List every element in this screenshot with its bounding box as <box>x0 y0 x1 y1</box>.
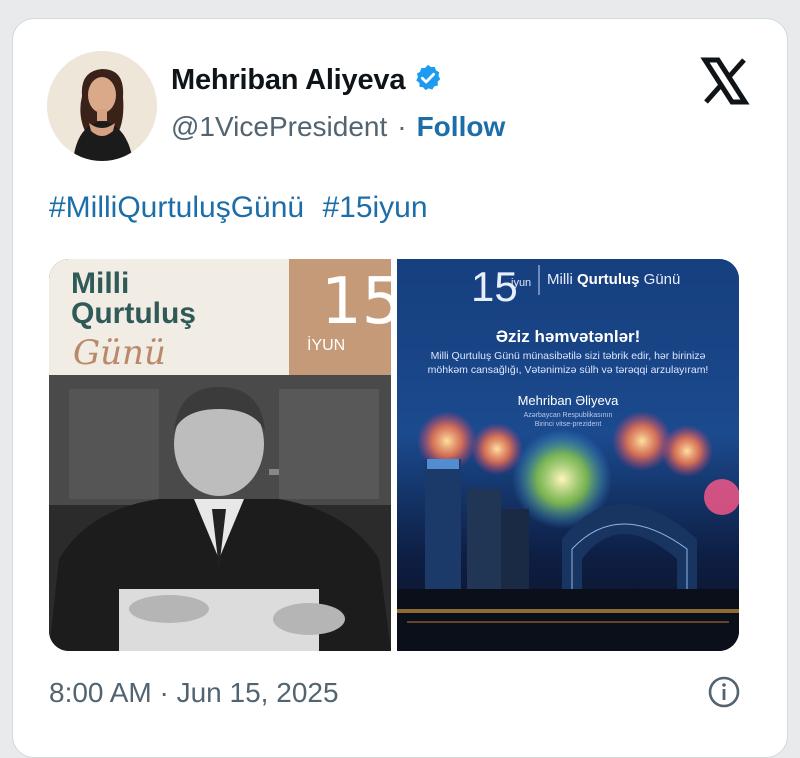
right-title: Milli Qurtuluş Günü <box>547 271 681 288</box>
timestamp[interactable]: 8:00 AM · Jun 15, 2025 <box>49 677 339 709</box>
media-image-right[interactable]: 15 iyun Milli Qurtuluş Günü Əziz həmvətə… <box>397 259 739 651</box>
author-name[interactable]: Mehriban Aliyeva <box>171 64 405 97</box>
avatar[interactable] <box>47 51 157 161</box>
left-title: Milli Qurtuluş <box>71 267 196 330</box>
hashtags: #MilliQurtuluşGünü #15iyun <box>49 191 438 225</box>
message-text: Milli Qurtuluş Günü münasibətilə sizi tə… <box>427 350 709 376</box>
tweet-card: Mehriban Aliyeva @1VicePresident · Follo… <box>12 18 788 758</box>
author-handle[interactable]: @1VicePresident <box>171 111 387 143</box>
x-logo-icon[interactable] <box>699 55 751 107</box>
right-month: iyun <box>511 277 532 289</box>
signature-name: Mehriban Əliyeva <box>517 393 619 408</box>
hashtag-link[interactable]: #15iyun <box>322 191 427 224</box>
author-handle-row: @1VicePresident · Follow <box>171 111 505 143</box>
media-gallery: Milli Qurtuluş Günü 15 İYUN 15 iyun Mill… <box>49 259 739 651</box>
verified-badge-icon <box>413 63 443 98</box>
signature-title: Azərbaycan Respublikasının Birinci vitse… <box>523 412 613 428</box>
greeting-text: Əziz həmvətənlər! <box>495 327 641 346</box>
left-day-number: 15 <box>321 265 391 339</box>
media-image-left[interactable]: Milli Qurtuluş Günü 15 İYUN <box>49 259 391 651</box>
hashtag-link[interactable]: #MilliQurtuluşGünü <box>49 191 304 224</box>
follow-button[interactable]: Follow <box>417 111 506 143</box>
left-month: İYUN <box>307 337 346 354</box>
separator-dot: · <box>397 111 407 142</box>
info-icon[interactable] <box>707 675 741 709</box>
author-name-row: Mehriban Aliyeva <box>171 63 443 98</box>
left-script-word: Günü <box>73 333 166 373</box>
